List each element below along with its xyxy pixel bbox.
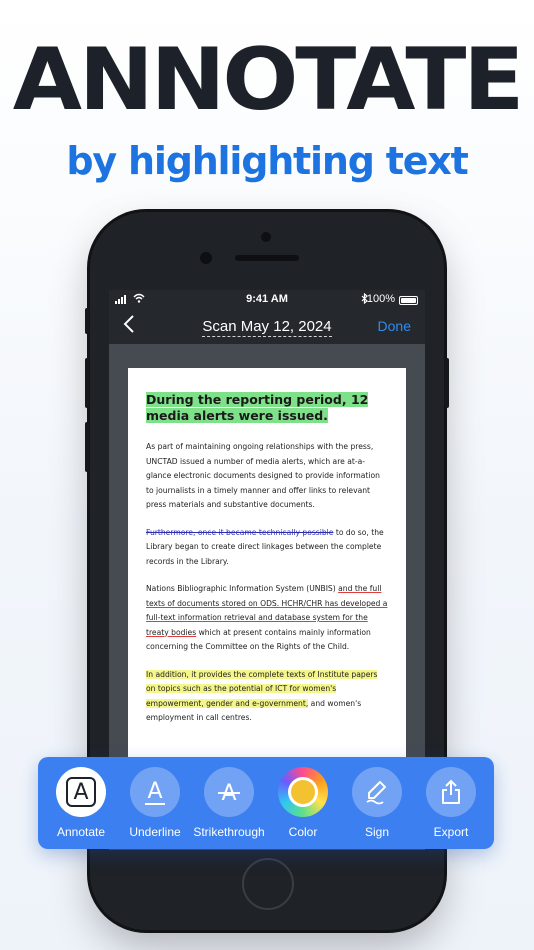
strikethrough-icon: A: [204, 767, 254, 817]
underline-tool[interactable]: A Underline: [118, 767, 192, 839]
color-tool[interactable]: Color: [266, 767, 340, 839]
proximity-sensor: [200, 252, 212, 264]
done-button[interactable]: Done: [378, 318, 411, 334]
export-tool[interactable]: Export: [414, 767, 488, 839]
nav-bar: Scan May 12, 2024 Done: [109, 310, 425, 344]
annotate-tool[interactable]: A Annotate: [44, 767, 118, 839]
annotation-toolbar: A Annotate A Underline A Strikethrough C…: [38, 757, 494, 849]
paragraph-1[interactable]: As part of maintaining ongoing relations…: [146, 440, 388, 513]
document-page: During the reporting period, 12 media al…: [128, 368, 406, 768]
sign-pen-icon: [352, 767, 402, 817]
paragraph-3-line1: Nations Bibliographic Information System…: [146, 584, 336, 593]
strikethrough-label: Strikethrough: [193, 825, 265, 839]
color-picker-icon: [278, 767, 328, 817]
volume-down-button: [85, 422, 89, 472]
annotate-label: Annotate: [56, 825, 106, 839]
mute-switch: [85, 308, 89, 334]
power-button: [445, 358, 449, 408]
strikethrough-tool[interactable]: A Strikethrough: [192, 767, 266, 839]
front-camera: [261, 232, 271, 242]
underline-icon: A: [130, 767, 180, 817]
paragraph-2[interactable]: Furthermore, once it became technically …: [146, 526, 388, 570]
green-highlight[interactable]: During the reporting period, 12 media al…: [146, 392, 369, 423]
battery-icon: [399, 296, 418, 305]
home-button[interactable]: [242, 858, 294, 910]
export-label: Export: [433, 825, 469, 839]
subheadline: by highlighting text: [66, 139, 468, 183]
color-label: Color: [288, 825, 318, 839]
document-title-text: Scan May 12, 2024: [202, 318, 332, 337]
headline: ANNOTATE: [12, 30, 525, 130]
annotate-icon: A: [56, 767, 106, 817]
underline-label: Underline: [129, 825, 181, 839]
battery-percent: 100%: [366, 293, 395, 305]
status-bar: 9:41 AM 100%: [109, 290, 425, 310]
svg-text:A: A: [147, 779, 162, 804]
earpiece-speaker: [235, 255, 299, 261]
paragraph-3[interactable]: Nations Bibliographic Information System…: [146, 582, 388, 655]
share-export-icon: [426, 767, 476, 817]
strikethrough-text[interactable]: Furthermore, once it became technically …: [146, 528, 333, 537]
paragraph-4[interactable]: In addition, it provides the complete te…: [146, 668, 388, 726]
volume-up-button: [85, 358, 89, 408]
document-heading[interactable]: During the reporting period, 12 media al…: [146, 392, 388, 424]
sign-label: Sign: [364, 825, 390, 839]
sign-tool[interactable]: Sign: [340, 767, 414, 839]
